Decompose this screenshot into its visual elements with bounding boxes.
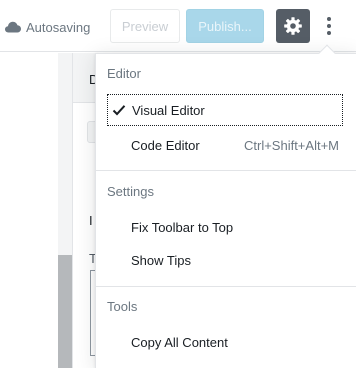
menu-group-editor-label: Editor	[107, 66, 141, 81]
menu-item-code-editor[interactable]: Code Editor Ctrl+Shift+Alt+M	[107, 129, 343, 161]
cloud-icon	[5, 21, 21, 33]
preview-button[interactable]: Preview	[110, 9, 180, 43]
menu-item-label: Code Editor	[131, 137, 200, 153]
checkmark-icon	[112, 105, 126, 116]
menu-item-copy-all-content[interactable]: Copy All Content	[107, 326, 343, 358]
autosave-label: Autosaving	[26, 19, 91, 35]
editor-screen: D I T Autosaving Preview Publish... Edit…	[0, 0, 356, 368]
menu-item-label: Show Tips	[131, 252, 191, 268]
sidebar-section-heading: I	[89, 213, 93, 228]
menu-item-label: Copy All Content	[131, 334, 228, 350]
menu-group-settings-label: Settings	[107, 184, 154, 199]
keyboard-shortcut: Ctrl+Shift+Alt+M	[243, 137, 339, 153]
settings-button[interactable]	[276, 9, 310, 43]
scrollbar-track[interactable]	[58, 255, 72, 368]
publish-button[interactable]: Publish...	[186, 9, 264, 43]
menu-item-visual-editor[interactable]: Visual Editor	[107, 94, 343, 126]
menu-item-label: Visual Editor	[132, 102, 205, 118]
menu-separator	[96, 286, 356, 287]
menu-item-show-tips[interactable]: Show Tips	[107, 244, 343, 276]
ellipsis-dot	[327, 31, 331, 35]
ellipsis-dot	[327, 24, 331, 28]
menu-group-tools-label: Tools	[107, 299, 138, 314]
vertical-ellipsis-icon	[327, 17, 331, 21]
menu-item-fix-toolbar[interactable]: Fix Toolbar to Top	[107, 211, 343, 243]
autosave-status: Autosaving	[4, 17, 90, 37]
more-menu-button[interactable]	[314, 9, 344, 43]
menu-separator	[96, 170, 356, 171]
editor-header: Autosaving Preview Publish...	[0, 0, 356, 52]
more-menu-dropdown: Editor Visual Editor Code Editor Ctrl+Sh…	[95, 53, 356, 368]
menu-item-label: Fix Toolbar to Top	[131, 219, 234, 235]
gear-icon	[284, 17, 302, 35]
